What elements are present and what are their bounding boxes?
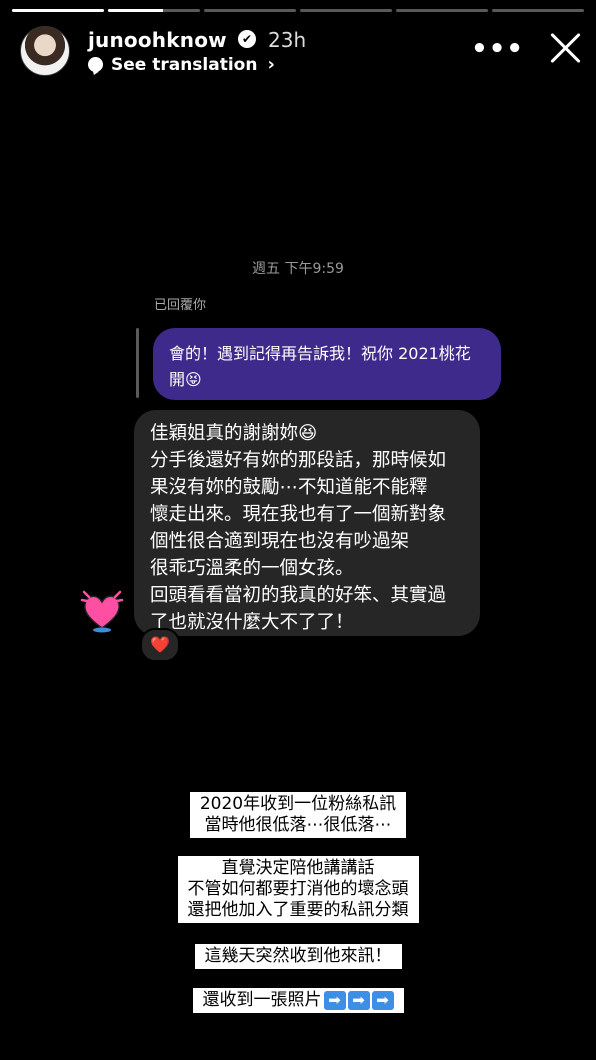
caption-line: 還把他加入了重要的私訊分類	[187, 900, 409, 920]
progress-segment	[204, 9, 296, 12]
incoming-message-bubble: 佳穎姐真的謝謝妳😆 分手後還好有妳的那段話，那時候如 果沒有妳的鼓勵⋯不知道能不…	[134, 410, 480, 636]
message-line: 開😝	[169, 370, 202, 389]
caption-box: 直覺決定陪他講講話 不管如何都要打消他的壞念頭 還把他加入了重要的私訊分類	[177, 856, 419, 923]
caption-block-1: 2020年收到一位粉絲私訊 當時他很低落⋯很低落⋯	[0, 792, 596, 838]
caption-box: 這幾天突然收到他來訊！	[194, 944, 402, 969]
caption-line: 不管如何都要打消他的壞念頭	[187, 879, 409, 899]
verified-badge-icon: ✔	[238, 30, 256, 48]
arrow-right-icon: ➡	[347, 990, 370, 1010]
progress-segment-current	[108, 9, 200, 12]
heart-sticker-icon	[80, 590, 124, 633]
message-line: 分手後還好有妳的那段話，那時候如	[150, 450, 447, 471]
progress-segment	[300, 9, 392, 12]
message-line: 會的！遇到記得再告訴我！祝你 2021桃花	[169, 344, 471, 363]
see-translation-label: See translation	[111, 54, 258, 75]
message-line: 回頭看看當初的我真的好笨、其實過	[150, 585, 447, 606]
message-line: 果沒有妳的鼓勵⋯不知道能不能釋	[150, 477, 428, 498]
speech-bubble-icon	[88, 57, 103, 72]
progress-segment	[492, 9, 584, 12]
see-translation-button[interactable]: See translation ›	[88, 54, 275, 75]
chat-timestamp: 週五 下午9:59	[252, 261, 344, 277]
outgoing-message-bubble: 會的！遇到記得再告訴我！祝你 2021桃花 開😝	[153, 328, 501, 400]
close-icon[interactable]	[548, 30, 582, 64]
message-line: 懷走出來。現在我也有了一個新對象	[150, 504, 447, 525]
caption-line: 2020年收到一位粉絲私訊	[199, 794, 397, 814]
caption-line: 還收到一張照片	[202, 990, 322, 1010]
arrow-right-icon: ➡	[323, 990, 346, 1010]
caption-line: 當時他很低落⋯很低落⋯	[204, 815, 392, 835]
caption-block-4: 還收到一張照片 ➡ ➡ ➡	[0, 988, 596, 1013]
message-line: 佳穎姐真的謝謝妳😆	[150, 423, 318, 444]
more-options-icon[interactable]: •••	[471, 34, 524, 64]
avatar[interactable]	[20, 26, 70, 76]
caption-block-3: 這幾天突然收到他來訊！	[0, 944, 596, 969]
reply-indicator-bar	[136, 328, 139, 398]
caption-box: 2020年收到一位粉絲私訊 當時他很低落⋯很低落⋯	[189, 792, 407, 838]
message-line: 很乖巧溫柔的一個女孩。	[150, 558, 354, 579]
progress-segment	[396, 9, 488, 12]
caption-line: 直覺決定陪他講講話	[221, 858, 375, 878]
arrow-right-icon: ➡	[371, 990, 394, 1010]
message-line: 個性很合適到現在也沒有吵過架	[150, 531, 410, 552]
message-line: 了也就沒什麼大不了了！	[150, 612, 354, 633]
heart-reaction-icon: ❤️	[140, 628, 180, 662]
post-time: 23h	[268, 28, 307, 52]
caption-line: 這幾天突然收到他來訊！	[204, 946, 392, 966]
story-header: junoohknow ✔ 23h See translation › •••	[20, 24, 582, 76]
progress-segment	[12, 9, 104, 12]
replied-label: 已回覆你	[154, 298, 207, 313]
caption-block-2: 直覺決定陪他講講話 不管如何都要打消他的壞念頭 還把他加入了重要的私訊分類	[0, 856, 596, 923]
story-progress	[12, 9, 584, 12]
chevron-right-icon: ›	[267, 54, 275, 75]
username[interactable]: junoohknow	[88, 28, 227, 52]
caption-box: 還收到一張照片 ➡ ➡ ➡	[192, 988, 404, 1013]
